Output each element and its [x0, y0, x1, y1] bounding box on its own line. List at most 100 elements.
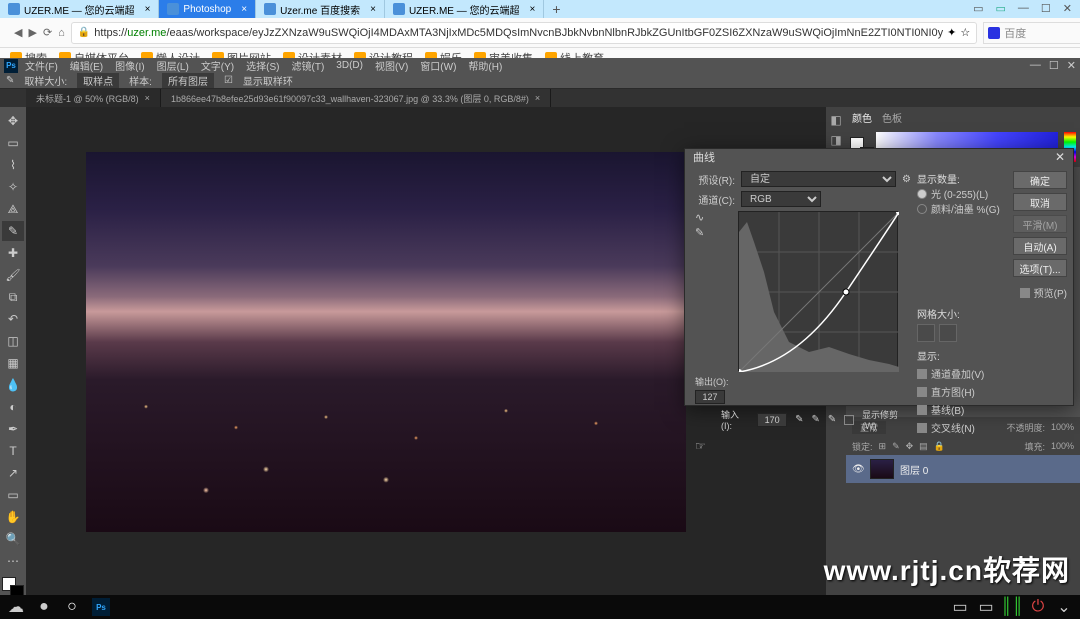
- power-icon[interactable]: ⏻: [1030, 599, 1046, 615]
- curve-point-icon[interactable]: ∿: [695, 211, 704, 224]
- browser-minimize[interactable]: —: [1018, 2, 1029, 15]
- menu-window[interactable]: 窗口(W): [415, 58, 461, 73]
- new-tab-button[interactable]: +: [544, 1, 568, 17]
- browser-tab[interactable]: Uzer.me 百度搜索 ×: [256, 0, 385, 18]
- marquee-tool[interactable]: ▭: [2, 133, 24, 153]
- channel-overlay-checkbox[interactable]: [917, 369, 927, 379]
- bookmark-star-icon[interactable]: ☆: [960, 26, 970, 39]
- light-radio[interactable]: [917, 189, 927, 199]
- crop-tool[interactable]: ⟁: [2, 199, 24, 219]
- cancel-button[interactable]: 取消: [1013, 193, 1067, 211]
- tab-close-icon[interactable]: ×: [530, 4, 536, 15]
- menu-help[interactable]: 帮助(H): [463, 58, 507, 73]
- tab-close-icon[interactable]: ×: [145, 4, 151, 15]
- browser-tab[interactable]: UZER.ME — 您的云端超 ×: [385, 0, 544, 18]
- search-box[interactable]: 百度: [983, 22, 1080, 44]
- circle-icon[interactable]: ●: [36, 599, 52, 615]
- menu-filter[interactable]: 滤镜(T): [287, 58, 330, 73]
- layer-thumbnail[interactable]: [870, 459, 894, 479]
- eyedropper-gray-icon[interactable]: ✎: [812, 414, 820, 425]
- close-icon[interactable]: ✕: [1055, 150, 1065, 164]
- ps-doc-tab[interactable]: 1b866ee47b8efee25d93e61f90097c33_wallhav…: [161, 89, 551, 107]
- smooth-button[interactable]: 平滑(M): [1013, 215, 1067, 233]
- close-icon[interactable]: ×: [535, 93, 540, 103]
- dodge-tool[interactable]: ◐: [2, 397, 24, 417]
- menu-select[interactable]: 选择(S): [241, 58, 284, 73]
- ok-button[interactable]: 确定: [1013, 171, 1067, 189]
- layer-row[interactable]: 👁 图层 0: [846, 455, 1080, 483]
- browser-close[interactable]: ✕: [1063, 2, 1072, 15]
- menu-edit[interactable]: 编辑(E): [65, 58, 108, 73]
- menu-view[interactable]: 视图(V): [370, 58, 413, 73]
- ps-logo-icon[interactable]: Ps: [4, 59, 18, 73]
- baseline-checkbox[interactable]: [917, 405, 927, 415]
- channel-select[interactable]: RGB: [741, 191, 821, 207]
- home-button[interactable]: ⌂: [58, 24, 65, 42]
- pen-tool[interactable]: ✒: [2, 419, 24, 439]
- ps-maximize[interactable]: ☐: [1049, 59, 1059, 72]
- browser-tab[interactable]: UZER.ME — 您的云端超 ×: [0, 0, 159, 18]
- histogram-checkbox[interactable]: [917, 387, 927, 397]
- path-tool[interactable]: ↗: [2, 463, 24, 483]
- move-tool[interactable]: ✥: [2, 111, 24, 131]
- gear-icon[interactable]: ⚙: [902, 174, 911, 185]
- cloud-icon[interactable]: ☁: [8, 599, 24, 615]
- hand-tool[interactable]: ✋: [2, 507, 24, 527]
- ps-close[interactable]: ✕: [1067, 59, 1076, 72]
- panel-tab-swatches[interactable]: 色板: [882, 110, 902, 125]
- photoshop-icon[interactable]: Ps: [92, 598, 110, 616]
- preset-select[interactable]: 自定: [741, 171, 896, 187]
- browser-ext-icon[interactable]: ▭: [996, 2, 1006, 15]
- healing-tool[interactable]: ✚: [2, 243, 24, 263]
- grid-small-button[interactable]: [917, 324, 935, 342]
- show-clip-checkbox[interactable]: [844, 415, 854, 425]
- zoom-tool[interactable]: 🔍: [2, 529, 24, 549]
- preview-checkbox[interactable]: [1020, 288, 1030, 298]
- tab-close-icon[interactable]: ×: [370, 4, 376, 15]
- back-button[interactable]: ◀: [14, 24, 22, 42]
- browser-tab[interactable]: Photoshop ×: [159, 0, 256, 18]
- auto-button[interactable]: 自动(A): [1013, 237, 1067, 255]
- options-button[interactable]: 选项(T)...: [1013, 259, 1067, 277]
- eyedropper-black-icon[interactable]: ✎: [795, 414, 803, 425]
- option-value[interactable]: 取样点: [77, 73, 119, 88]
- blur-tool[interactable]: 💧: [2, 375, 24, 395]
- eraser-tool[interactable]: ◫: [2, 331, 24, 351]
- menu-type[interactable]: 文字(Y): [196, 58, 239, 73]
- gradient-tool[interactable]: ▦: [2, 353, 24, 373]
- chevron-down-icon[interactable]: ⌄: [1056, 599, 1072, 615]
- panel-icon[interactable]: ◧: [828, 113, 844, 127]
- edit-toolbar[interactable]: ⋯: [2, 551, 24, 571]
- forward-button[interactable]: ▶: [28, 24, 36, 42]
- browser-maximize[interactable]: ☐: [1041, 2, 1051, 15]
- intersect-checkbox[interactable]: [917, 423, 927, 433]
- ps-doc-tab[interactable]: 未标题-1 @ 50% (RGB/8)×: [26, 89, 161, 107]
- output-input[interactable]: [695, 390, 725, 404]
- magic-wand-tool[interactable]: ✧: [2, 177, 24, 197]
- brush-tool[interactable]: 🖌: [2, 265, 24, 285]
- curve-draw-icon[interactable]: ✎: [695, 226, 704, 239]
- panel-icon[interactable]: ◨: [828, 133, 844, 147]
- history-brush-tool[interactable]: ↶: [2, 309, 24, 329]
- circle-icon[interactable]: ○: [64, 599, 80, 615]
- lasso-tool[interactable]: ⌇: [2, 155, 24, 175]
- star-icon[interactable]: ✦: [947, 26, 956, 39]
- option-checkbox[interactable]: ☑: [224, 75, 233, 86]
- layer-name[interactable]: 图层 0: [900, 462, 928, 477]
- tray-icon[interactable]: ▭: [952, 599, 968, 615]
- pigment-radio[interactable]: [917, 204, 927, 214]
- close-icon[interactable]: ×: [145, 93, 150, 103]
- panel-tab-color[interactable]: 颜色: [852, 110, 872, 125]
- menu-image[interactable]: 图像(I): [110, 58, 149, 73]
- tab-close-icon[interactable]: ×: [241, 4, 247, 15]
- tray-icon[interactable]: ▭: [978, 599, 994, 615]
- input-input[interactable]: [757, 413, 787, 427]
- curve-line[interactable]: [739, 212, 899, 372]
- curves-graph[interactable]: [738, 211, 898, 371]
- browser-ext-icon[interactable]: ▭: [973, 2, 983, 15]
- menu-3d[interactable]: 3D(D): [331, 60, 368, 71]
- address-bar[interactable]: 🔒 https://uzer.me/eaas/workspace/eyJzZXN…: [71, 22, 977, 44]
- ps-minimize[interactable]: —: [1030, 59, 1041, 72]
- menu-layer[interactable]: 图层(L): [152, 58, 194, 73]
- menu-file[interactable]: 文件(F): [20, 58, 63, 73]
